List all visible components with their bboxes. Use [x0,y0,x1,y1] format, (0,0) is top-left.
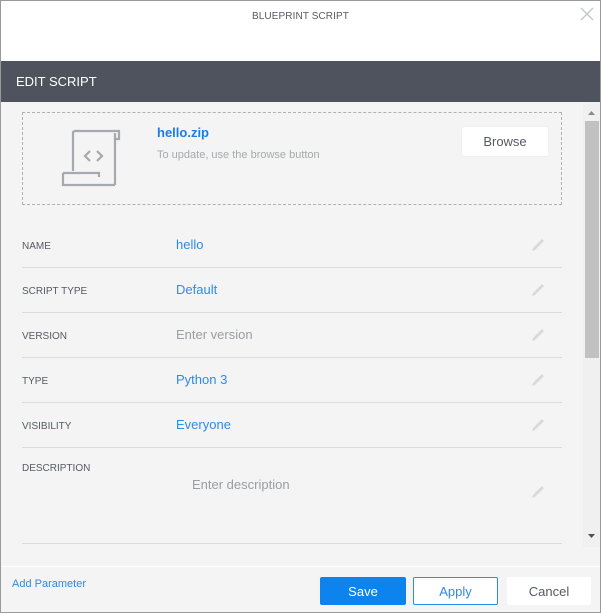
script-type-value[interactable]: Default [176,282,217,297]
edit-script-content: hello.zip To update, use the browse butt… [1,102,600,566]
scroll-down-arrow-icon[interactable] [583,528,600,544]
field-row-visibility: VISIBILITY Everyone [22,403,562,448]
dialog-footer: Add Parameter Save Apply Cancel [1,566,600,612]
field-label: SCRIPT TYPE [22,286,88,297]
field-label: VERSION [22,331,68,342]
field-row-name: NAME hello [22,223,562,268]
name-value[interactable]: hello [176,237,203,252]
description-input[interactable]: Enter description [192,477,290,492]
dialog-titlebar: BLUEPRINT SCRIPT [1,1,600,61]
file-hint: To update, use the browse button [157,149,320,161]
apply-button[interactable]: Apply [413,577,498,605]
pencil-icon[interactable] [530,237,546,253]
file-name: hello.zip [157,125,209,140]
field-label: TYPE [22,376,49,387]
edit-script-header: EDIT SCRIPT [1,61,600,102]
browse-button[interactable]: Browse [462,127,548,156]
pencil-icon[interactable] [530,282,546,298]
field-row-version: VERSION Enter version [22,313,562,358]
field-label: VISIBILITY [22,421,72,432]
pencil-icon[interactable] [530,417,546,433]
add-parameter-link[interactable]: Add Parameter [12,578,86,590]
field-row-description: DESCRIPTION Enter description [22,448,562,544]
script-fields: NAME hello SCRIPT TYPE Default VERSION E… [22,223,562,544]
field-row-script-type: SCRIPT TYPE Default [22,268,562,313]
dialog-title: BLUEPRINT SCRIPT [252,11,349,22]
visibility-value[interactable]: Everyone [176,417,231,432]
type-value[interactable]: Python 3 [176,372,227,387]
field-row-type: TYPE Python 3 [22,358,562,403]
pencil-icon[interactable] [530,327,546,343]
pencil-icon[interactable] [530,372,546,388]
save-button[interactable]: Save [320,577,406,605]
scrollbar-thumb[interactable] [585,121,599,358]
file-upload-area[interactable]: hello.zip To update, use the browse butt… [22,112,562,205]
blueprint-script-dialog: BLUEPRINT SCRIPT EDIT SCRIPT hello.zip T… [0,0,601,613]
version-input[interactable]: Enter version [176,327,253,342]
script-file-icon [59,127,123,189]
vertical-scrollbar[interactable] [583,102,600,547]
pencil-icon[interactable] [530,484,546,500]
scroll-up-arrow-icon[interactable] [583,105,600,121]
close-icon[interactable] [580,7,594,21]
section-title: EDIT SCRIPT [16,74,97,89]
field-label: DESCRIPTION [22,463,91,474]
field-label: NAME [22,241,51,252]
cancel-button[interactable]: Cancel [507,577,591,605]
